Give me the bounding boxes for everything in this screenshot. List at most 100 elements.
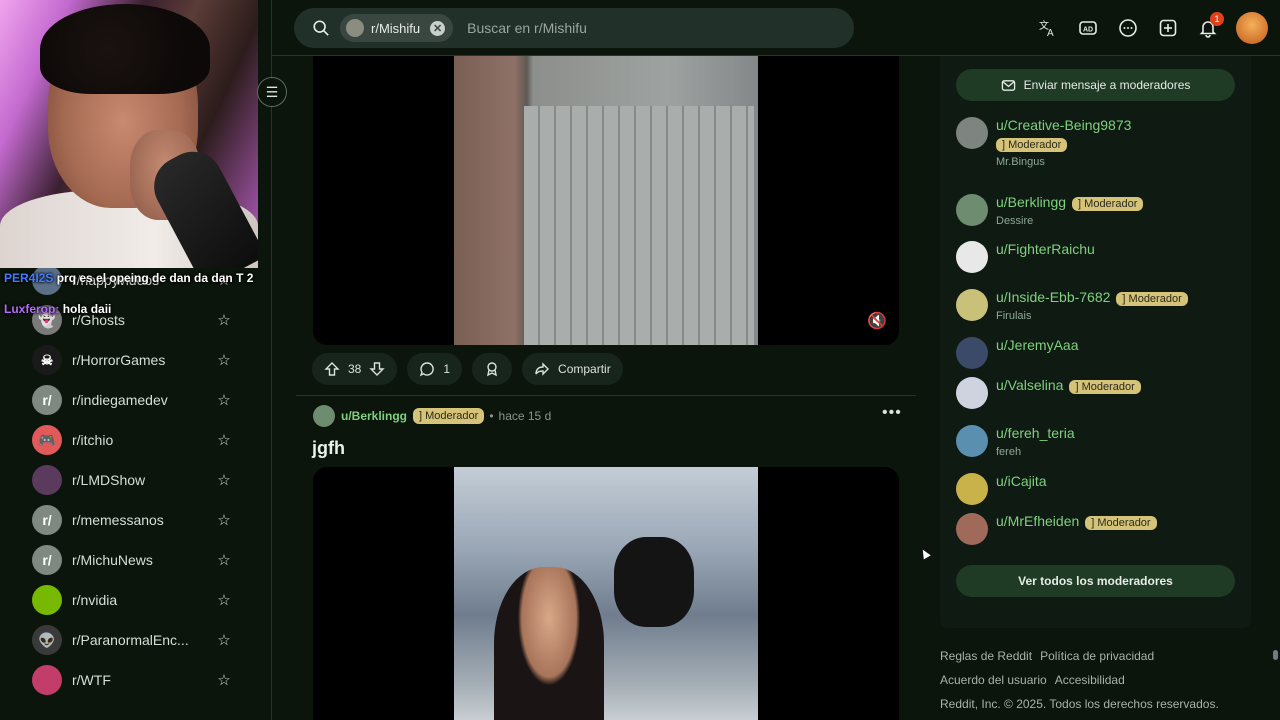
- moderator-item[interactable]: u/fereh_teriafereh: [956, 425, 1075, 458]
- moderator-name[interactable]: u/MrEfheiden: [996, 513, 1079, 529]
- favorite-star-icon[interactable]: ☆: [216, 671, 232, 689]
- share-button[interactable]: Compartir: [522, 353, 623, 385]
- share-icon: [535, 362, 550, 376]
- moderator-item[interactable]: u/Berklingg ] Moderador Dessire: [956, 194, 1144, 227]
- moderator-name[interactable]: u/iCajita: [996, 473, 1047, 489]
- user-avatar[interactable]: [1236, 12, 1268, 44]
- favorite-star-icon[interactable]: ☆: [216, 551, 232, 569]
- moderator-avatar: [956, 337, 988, 369]
- favorite-star-icon[interactable]: ☆: [216, 591, 232, 609]
- moderator-name[interactable]: u/JeremyAaa: [996, 337, 1078, 353]
- award-button[interactable]: [472, 353, 513, 385]
- moderator-item[interactable]: u/JeremyAaa: [956, 337, 1078, 369]
- footer-link[interactable]: Reglas de Reddit: [940, 649, 1032, 663]
- moderator-flair: ] Moderador: [1116, 292, 1188, 306]
- sidebar-subreddit-item[interactable]: 🎮 r/itchio ☆: [32, 420, 232, 460]
- upvote-icon[interactable]: [324, 361, 340, 377]
- moderator-flair: ] Moderador: [1072, 197, 1144, 211]
- comments-button[interactable]: 1: [407, 353, 463, 385]
- moderator-name[interactable]: u/FighterRaichu: [996, 241, 1095, 257]
- footer-link[interactable]: Accesibilidad: [1055, 673, 1125, 687]
- sidebar-subreddit-item[interactable]: 👽 r/ParanormalEnc... ☆: [32, 620, 232, 660]
- share-label: Compartir: [558, 362, 611, 376]
- post-time: hace 15 d: [498, 409, 552, 423]
- moderator-item[interactable]: u/Creative-Being9873] Moderador Mr.Bingus: [956, 117, 1131, 168]
- menu-icon: ☰: [265, 83, 279, 100]
- author-flair: ] Moderador: [413, 408, 485, 424]
- subreddit-name: r/nvidia: [72, 592, 118, 608]
- moderator-user-flair: fereh: [996, 446, 1022, 458]
- translate-icon: 文A: [1039, 19, 1054, 38]
- downvote-icon[interactable]: [369, 361, 386, 377]
- webcam-overlay: [0, 0, 258, 268]
- translate-button[interactable]: 文A: [1028, 10, 1068, 46]
- moderator-name[interactable]: u/fereh_teria: [996, 425, 1075, 441]
- post-meta: u/Berklingg ] Moderador • hace 15 d: [313, 405, 551, 427]
- view-all-moderators-button[interactable]: Ver todos los moderadores: [956, 565, 1235, 597]
- advertise-icon: AD: [1079, 21, 1097, 35]
- chat-text: hola daii: [62, 302, 112, 316]
- moderators-panel: Enviar mensaje a moderadores u/Creative-…: [940, 56, 1251, 628]
- moderator-name[interactable]: u/Inside-Ebb-7682: [996, 289, 1110, 305]
- community-avatar: [346, 19, 364, 37]
- footer: Reglas de Reddit Política de privacidad A…: [940, 644, 1260, 716]
- notifications-button[interactable]: 1: [1188, 10, 1228, 46]
- community-chip[interactable]: r/Mishifu ✕: [340, 14, 454, 42]
- scrollbar[interactable]: [1273, 60, 1278, 660]
- author-avatar[interactable]: [313, 405, 335, 427]
- message-moderators-button[interactable]: Enviar mensaje a moderadores: [956, 69, 1235, 101]
- mute-icon[interactable]: 🔇: [867, 311, 887, 331]
- post-video[interactable]: [313, 467, 899, 720]
- moderator-user-flair: Mr.Bingus: [996, 156, 1045, 168]
- comment-icon: [420, 362, 435, 377]
- favorite-star-icon[interactable]: ☆: [216, 631, 232, 649]
- search-input[interactable]: [467, 20, 768, 36]
- comment-count: 1: [443, 362, 451, 376]
- moderator-item[interactable]: u/Inside-Ebb-7682] Moderador Firulais: [956, 289, 1188, 322]
- moderator-avatar: [956, 289, 988, 321]
- clear-chip-icon[interactable]: ✕: [430, 20, 446, 36]
- chat-message: Luxferop: hola daii: [4, 301, 254, 318]
- chat-button[interactable]: [1108, 10, 1148, 46]
- footer-link[interactable]: Política de privacidad: [1040, 649, 1154, 663]
- sidebar-toggle-button[interactable]: ☰: [257, 77, 287, 107]
- create-post-button[interactable]: [1148, 10, 1188, 46]
- sidebar-subreddit-item[interactable]: r/r/MichuNews ☆: [32, 540, 232, 580]
- sidebar-subreddit-item[interactable]: r/WTF ☆: [32, 660, 232, 700]
- search-bar[interactable]: r/Mishifu ✕: [294, 8, 854, 48]
- footer-link[interactable]: Acuerdo del usuario: [940, 673, 1047, 687]
- moderator-item[interactable]: u/MrEfheiden] Moderador: [956, 513, 1157, 545]
- advertise-button[interactable]: AD: [1068, 10, 1108, 46]
- sidebar-subreddit-item[interactable]: ☠ r/HorrorGames ☆: [32, 340, 232, 380]
- moderator-name[interactable]: u/Berklingg: [996, 194, 1066, 210]
- moderator-avatar: [956, 117, 988, 149]
- favorite-star-icon[interactable]: ☆: [216, 351, 232, 369]
- subreddit-avatar: [32, 585, 62, 615]
- moderator-name[interactable]: u/Valselina: [996, 377, 1063, 393]
- subreddit-avatar: [32, 665, 62, 695]
- favorite-star-icon[interactable]: ☆: [216, 511, 232, 529]
- subreddit-name: r/indiegamedev: [72, 392, 168, 408]
- svg-text:AD: AD: [1083, 27, 1093, 34]
- moderator-name[interactable]: u/Creative-Being9873: [996, 117, 1131, 133]
- copyright: Reddit, Inc. © 2025. Todos los derechos …: [940, 697, 1219, 711]
- subreddit-avatar: [32, 465, 62, 495]
- favorite-star-icon[interactable]: ☆: [216, 431, 232, 449]
- moderator-user-flair: Dessire: [996, 215, 1034, 227]
- favorite-star-icon[interactable]: ☆: [216, 471, 232, 489]
- post-title[interactable]: jgfh: [312, 438, 345, 459]
- sidebar-subreddit-item[interactable]: r/LMDShow ☆: [32, 460, 232, 500]
- sidebar-subreddit-item[interactable]: r/nvidia ☆: [32, 580, 232, 620]
- more-options-icon[interactable]: •••: [882, 404, 902, 422]
- post-video[interactable]: 🔇: [313, 56, 899, 345]
- moderator-item[interactable]: u/FighterRaichu: [956, 241, 1095, 273]
- moderator-item[interactable]: u/Valselina] Moderador: [956, 377, 1141, 409]
- sidebar-subreddit-item[interactable]: r/r/memessanos ☆: [32, 500, 232, 540]
- moderator-item[interactable]: u/iCajita: [956, 473, 1047, 505]
- award-icon: [487, 362, 498, 377]
- subreddit-avatar: r/: [32, 505, 62, 535]
- favorite-star-icon[interactable]: ☆: [216, 391, 232, 409]
- top-header: r/Mishifu ✕ 文A AD 1: [272, 0, 1280, 56]
- post-author[interactable]: u/Berklingg: [341, 409, 407, 423]
- sidebar-subreddit-item[interactable]: r/r/indiegamedev ☆: [32, 380, 232, 420]
